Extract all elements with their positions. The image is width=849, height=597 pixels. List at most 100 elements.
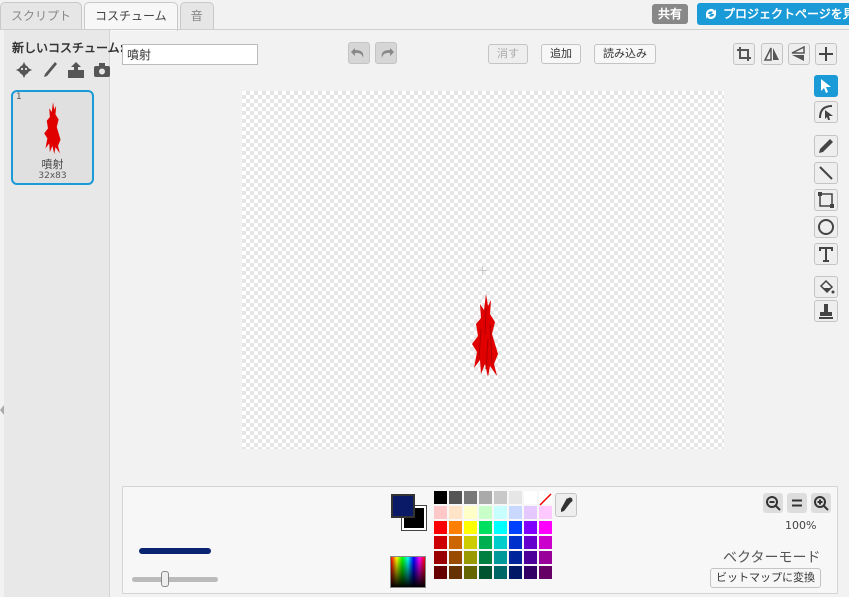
palette-swatch[interactable] — [539, 506, 552, 519]
camera-icon[interactable] — [92, 60, 112, 80]
foreground-color-swatch[interactable] — [391, 494, 415, 518]
palette-swatch[interactable] — [449, 521, 462, 534]
palette-swatch[interactable] — [449, 506, 462, 519]
sync-icon — [703, 6, 719, 25]
palette-swatch[interactable] — [464, 536, 477, 549]
tab-sounds[interactable]: 音 — [179, 2, 214, 30]
palette-swatch[interactable] — [494, 536, 507, 549]
palette-swatch[interactable] — [449, 536, 462, 549]
stamp-tool[interactable] — [814, 300, 838, 322]
redo-button[interactable] — [375, 42, 397, 64]
palette-swatch[interactable] — [524, 491, 537, 504]
line-width-slider-handle[interactable] — [161, 571, 169, 587]
select-tool[interactable] — [814, 75, 838, 97]
palette-swatch[interactable] — [509, 536, 522, 549]
rotation-center-marker — [478, 266, 487, 275]
palette-swatch[interactable] — [434, 491, 447, 504]
convert-to-bitmap-button[interactable]: ビットマップに変換 — [710, 568, 821, 588]
palette-swatch[interactable] — [539, 521, 552, 534]
palette-swatch[interactable] — [494, 566, 507, 579]
costume-number: 1 — [16, 92, 22, 102]
rectangle-icon — [818, 192, 834, 208]
new-costume-label: 新しいコスチューム: — [12, 41, 125, 55]
palette-swatch[interactable] — [509, 506, 522, 519]
zoom-out-button[interactable] — [763, 493, 783, 513]
palette-swatch[interactable] — [434, 551, 447, 564]
redo-icon — [381, 48, 394, 58]
palette-swatch[interactable] — [464, 551, 477, 564]
palette-swatch[interactable] — [464, 566, 477, 579]
palette-swatch[interactable] — [509, 521, 522, 534]
panel-resize-handle[interactable] — [0, 400, 4, 420]
zoom-in-button[interactable] — [811, 493, 831, 513]
palette-swatch[interactable] — [464, 506, 477, 519]
palette-swatch[interactable] — [509, 566, 522, 579]
palette-swatch[interactable] — [449, 551, 462, 564]
flip-horizontal-button[interactable] — [761, 43, 783, 65]
tab-costumes[interactable]: コスチューム — [84, 2, 178, 31]
palette-swatch[interactable] — [479, 506, 492, 519]
palette-swatch[interactable] — [494, 506, 507, 519]
costume-item[interactable]: 1 噴射 32x83 — [11, 90, 94, 185]
reshape-tool[interactable] — [814, 101, 838, 123]
palette-swatch[interactable] — [539, 566, 552, 579]
color-picker-gradient[interactable] — [390, 556, 426, 588]
flip-vertical-button[interactable] — [788, 43, 810, 65]
palette-swatch[interactable] — [434, 521, 447, 534]
palette-swatch[interactable] — [494, 491, 507, 504]
rectangle-tool[interactable] — [814, 189, 838, 211]
palette-swatch[interactable] — [479, 536, 492, 549]
palette-swatch[interactable] — [509, 491, 522, 504]
crop-button[interactable] — [733, 43, 755, 65]
pencil-tool[interactable] — [814, 135, 838, 157]
add-button[interactable]: 追加 — [541, 44, 581, 64]
palette-swatch[interactable] — [464, 491, 477, 504]
palette-swatch[interactable] — [524, 551, 537, 564]
eyedropper-button[interactable] — [555, 493, 577, 517]
undo-button[interactable] — [348, 42, 370, 64]
palette-swatch[interactable] — [479, 521, 492, 534]
fill-tool[interactable] — [814, 276, 838, 298]
palette-swatch[interactable] — [434, 506, 447, 519]
tab-bar: スクリプト コスチューム 音 — [0, 0, 216, 31]
paint-canvas[interactable] — [242, 91, 724, 449]
line-tool[interactable] — [814, 162, 838, 184]
palette-swatch[interactable] — [509, 551, 522, 564]
ellipse-tool[interactable] — [814, 216, 838, 238]
tab-scripts[interactable]: スクリプト — [0, 2, 83, 30]
palette-swatch[interactable] — [494, 521, 507, 534]
palette-swatch[interactable] — [524, 506, 537, 519]
palette-swatch[interactable] — [479, 551, 492, 564]
paint-brush-icon[interactable] — [40, 60, 60, 80]
palette-swatch[interactable] — [449, 491, 462, 504]
palette-swatch[interactable] — [539, 551, 552, 564]
text-tool[interactable] — [814, 243, 838, 265]
import-button[interactable]: 読み込み — [594, 44, 656, 64]
upload-icon[interactable] — [66, 60, 86, 80]
palette-swatch[interactable] — [524, 521, 537, 534]
share-button[interactable]: 共有 — [652, 4, 689, 24]
character-library-icon[interactable] — [14, 60, 34, 80]
set-center-button[interactable] — [815, 43, 837, 65]
set-center-icon — [819, 47, 833, 61]
palette-swatch[interactable] — [449, 566, 462, 579]
clear-button[interactable]: 消す — [488, 44, 528, 64]
crop-icon — [737, 47, 751, 61]
costume-name-input[interactable] — [122, 44, 258, 65]
palette-swatch[interactable] — [434, 566, 447, 579]
select-icon — [821, 79, 831, 93]
palette-swatch[interactable] — [464, 521, 477, 534]
text-icon — [819, 247, 833, 262]
palette-swatch[interactable] — [524, 536, 537, 549]
palette-swatch[interactable] — [479, 491, 492, 504]
line-width-slider[interactable] — [132, 577, 218, 582]
project-page-button[interactable]: プロジェクトページを見る — [697, 3, 849, 25]
palette-swatch[interactable] — [494, 551, 507, 564]
transparent-swatch[interactable] — [539, 491, 552, 506]
palette-swatch[interactable] — [524, 566, 537, 579]
palette-swatch[interactable] — [434, 536, 447, 549]
palette-swatch[interactable] — [479, 566, 492, 579]
palette-swatch[interactable] — [539, 536, 552, 549]
zoom-reset-button[interactable] — [787, 493, 807, 513]
equals-icon — [792, 499, 802, 507]
